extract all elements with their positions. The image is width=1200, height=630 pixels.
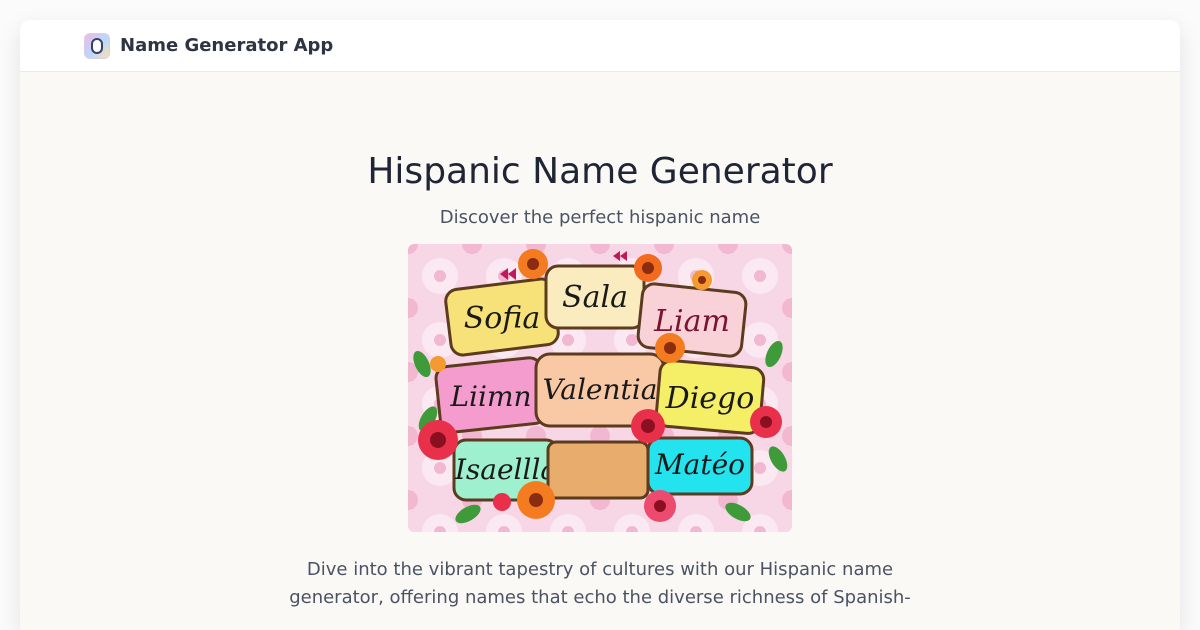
plaque-liimn: Liimn <box>434 356 548 434</box>
hero-image: Sofia Sala Liam Liimn Valentia Diego Isa… <box>408 244 792 532</box>
name-diego: Diego <box>665 381 755 416</box>
plaque-diego: Diego <box>654 359 766 435</box>
name-sala: Sala <box>562 280 628 315</box>
page-description: Dive into the vibrant tapestry of cultur… <box>289 559 911 608</box>
page-subtitle: Discover the perfect hispanic name <box>439 207 761 228</box>
page-shell: Name Generator App Hispanic Name Generat… <box>20 20 1180 630</box>
app-logo-icon[interactable] <box>84 32 110 59</box>
name-valentia: Valentia <box>543 373 658 406</box>
app-name-link[interactable]: Name Generator App <box>120 35 333 56</box>
name-mateo: Matéo <box>654 448 745 481</box>
name-liimn: Liimn <box>449 380 531 413</box>
app-header: Name Generator App <box>20 20 1180 72</box>
plaque-sala: Sala <box>544 264 646 330</box>
name-sofia: Sofia <box>464 301 541 336</box>
name-isaellla: Isaellla <box>454 453 557 486</box>
plaque-sofia: Sofia <box>444 277 560 357</box>
plaque-mateo: Matéo <box>646 436 754 496</box>
plaque-liam: Liam <box>636 282 748 358</box>
main-content: Hispanic Name Generator Discover the per… <box>20 72 1180 612</box>
plaque-blank <box>546 440 650 500</box>
page-title: Hispanic Name Generator <box>367 151 833 192</box>
logo-glyph-icon <box>91 37 103 54</box>
name-liam: Liam <box>653 304 730 339</box>
